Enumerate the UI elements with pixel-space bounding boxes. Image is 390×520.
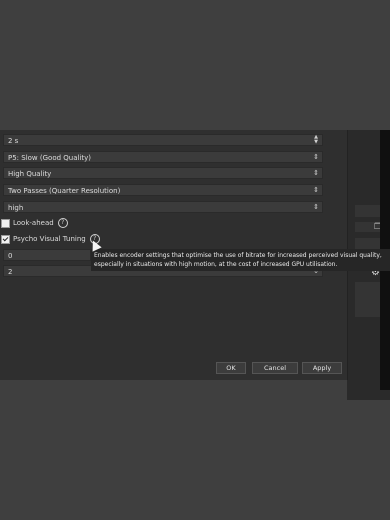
keyframe-interval-spinbox[interactable]: 2 s ▲ ▼ bbox=[3, 134, 323, 146]
ok-button[interactable]: OK bbox=[216, 362, 246, 374]
keyframe-interval-value: 2 s bbox=[8, 137, 19, 145]
spin-arrows-icon[interactable]: ▲ ▼ bbox=[311, 135, 321, 145]
help-icon[interactable]: ? bbox=[57, 218, 68, 228]
profile-value: high bbox=[8, 204, 24, 212]
multipass-dropdown[interactable]: Two Passes (Quarter Resolution) ⇕ bbox=[3, 184, 323, 196]
psycho-visual-tooltip: Enables encoder settings that optimise t… bbox=[91, 249, 390, 271]
multipass-value: Two Passes (Quarter Resolution) bbox=[8, 187, 121, 195]
gpu-spinbox[interactable]: 0 bbox=[3, 249, 91, 261]
background-top bbox=[0, 0, 390, 138]
tooltip-line-1: Enables encoder settings that optimise t… bbox=[94, 252, 382, 259]
max-bframes-value: 2 bbox=[8, 268, 13, 276]
chevron-updown-icon: ⇕ bbox=[313, 186, 319, 194]
profile-dropdown[interactable]: high ⇕ bbox=[3, 201, 323, 213]
psycho-visual-label: Psycho Visual Tuning bbox=[13, 235, 86, 243]
lookahead-label: Look-ahead bbox=[13, 219, 54, 227]
apply-button[interactable]: Apply bbox=[302, 362, 342, 374]
preset-dropdown[interactable]: P5: Slow (Good Quality) ⇕ bbox=[3, 151, 323, 163]
lookahead-checkbox[interactable] bbox=[1, 218, 10, 228]
cancel-button[interactable]: Cancel bbox=[252, 362, 298, 374]
tuning-value: High Quality bbox=[8, 170, 52, 178]
chevron-updown-icon: ⇕ bbox=[313, 203, 319, 211]
tuning-dropdown[interactable]: High Quality ⇕ bbox=[3, 167, 323, 179]
psycho-visual-checkbox[interactable] bbox=[1, 234, 10, 244]
panel-block bbox=[355, 205, 380, 217]
chevron-updown-icon: ⇕ bbox=[313, 153, 319, 161]
panel-block bbox=[355, 282, 380, 317]
psycho-visual-checkbox-row[interactable]: Psycho Visual Tuning? bbox=[1, 233, 100, 245]
lookahead-checkbox-row[interactable]: Look-ahead? bbox=[1, 217, 68, 229]
chevron-updown-icon: ⇕ bbox=[313, 169, 319, 177]
preset-value: P5: Slow (Good Quality) bbox=[8, 154, 92, 162]
tooltip-line-2: especially in situations with high motio… bbox=[94, 261, 338, 268]
gpu-value: 0 bbox=[8, 252, 13, 260]
